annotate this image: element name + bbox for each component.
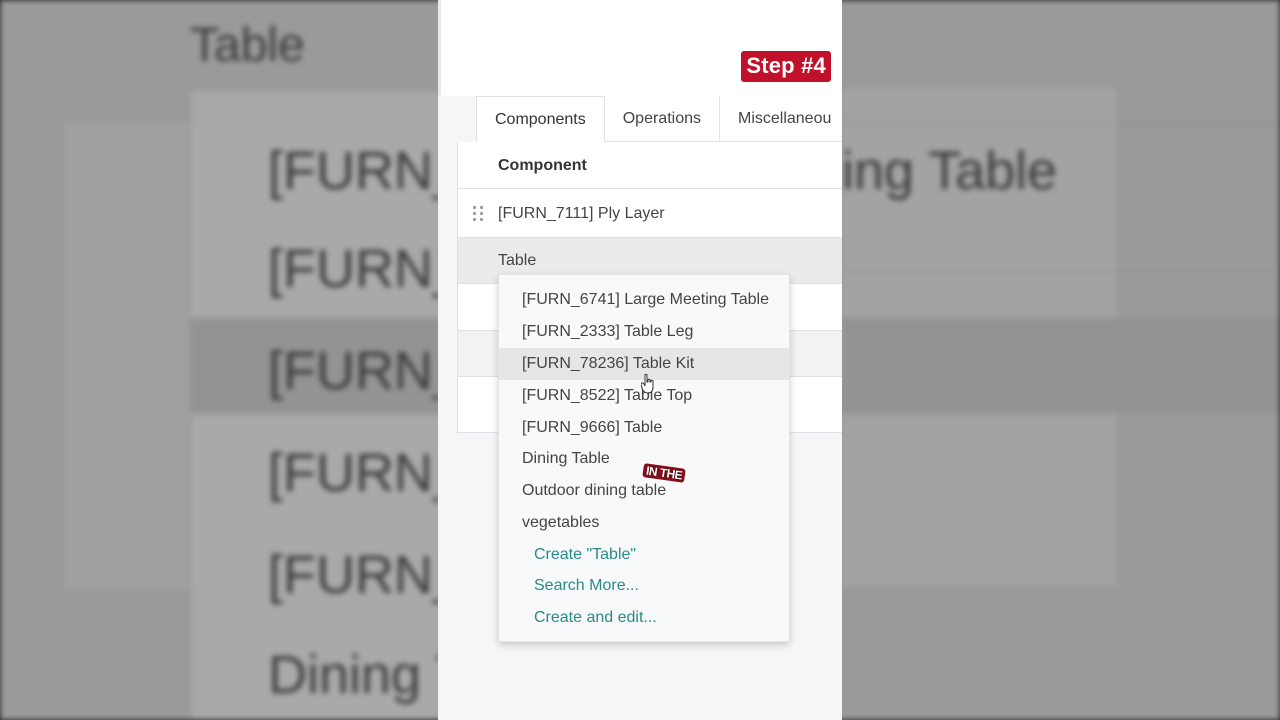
background-right-line: ing Table xyxy=(842,141,1058,201)
autocomplete-dropdown: [FURN_6741] Large Meeting Table [FURN_23… xyxy=(498,274,790,642)
column-header-component[interactable]: Component xyxy=(498,142,587,189)
background-line-1: [FURN_ xyxy=(268,141,440,201)
background-line-6: Dining T xyxy=(268,645,440,705)
tab-miscellaneous[interactable]: Miscellaneou xyxy=(719,96,842,142)
notebook-tabs: Components Operations Miscellaneou xyxy=(476,96,842,142)
background-right: ing Table xyxy=(842,0,1280,720)
background-divider xyxy=(842,122,1280,123)
dropdown-option[interactable]: Outdoor dining table xyxy=(499,475,789,507)
background-title: Table xyxy=(190,19,305,72)
background-left: Table [FURN_ [FURN_ [FURN_ [FURN_ [FURN_… xyxy=(0,0,440,720)
tab-components[interactable]: Components xyxy=(476,96,605,142)
dropdown-option[interactable]: [FURN_2333] Table Leg xyxy=(499,316,789,348)
panel-header: Step #4 xyxy=(438,0,842,96)
table-row[interactable]: [FURN_7111] Ply Layer xyxy=(458,189,842,238)
screen: Table [FURN_ [FURN_ [FURN_ [FURN_ [FURN_… xyxy=(0,0,1280,720)
search-more-link[interactable]: Search More... xyxy=(499,570,789,602)
component-cell[interactable]: [FURN_7111] Ply Layer xyxy=(498,189,665,238)
background-divider xyxy=(842,270,1280,271)
table-header: Component xyxy=(458,142,842,189)
dropdown-option[interactable]: [FURN_6741] Large Meeting Table xyxy=(499,284,789,316)
background-line-4: [FURN_ xyxy=(268,443,440,503)
form-panel: Step #4 Components Operations Miscellane… xyxy=(438,0,842,720)
tab-operations[interactable]: Operations xyxy=(604,96,720,142)
background-highlight-row xyxy=(842,318,1280,414)
dropdown-option[interactable]: vegetables xyxy=(499,507,789,539)
drag-handle-icon[interactable] xyxy=(473,206,485,222)
hand-cursor-icon xyxy=(641,374,654,394)
background-line-5: [FURN_ xyxy=(268,545,440,605)
step-badge: Step #4 xyxy=(740,50,832,83)
dropdown-option[interactable]: [FURN_9666] Table xyxy=(499,412,789,444)
create-record-link[interactable]: Create "Table" xyxy=(499,539,789,571)
create-and-edit-link[interactable]: Create and edit... xyxy=(499,602,789,634)
background-line-2: [FURN_ xyxy=(268,239,440,299)
background-line-3: [FURN_ xyxy=(268,341,440,401)
